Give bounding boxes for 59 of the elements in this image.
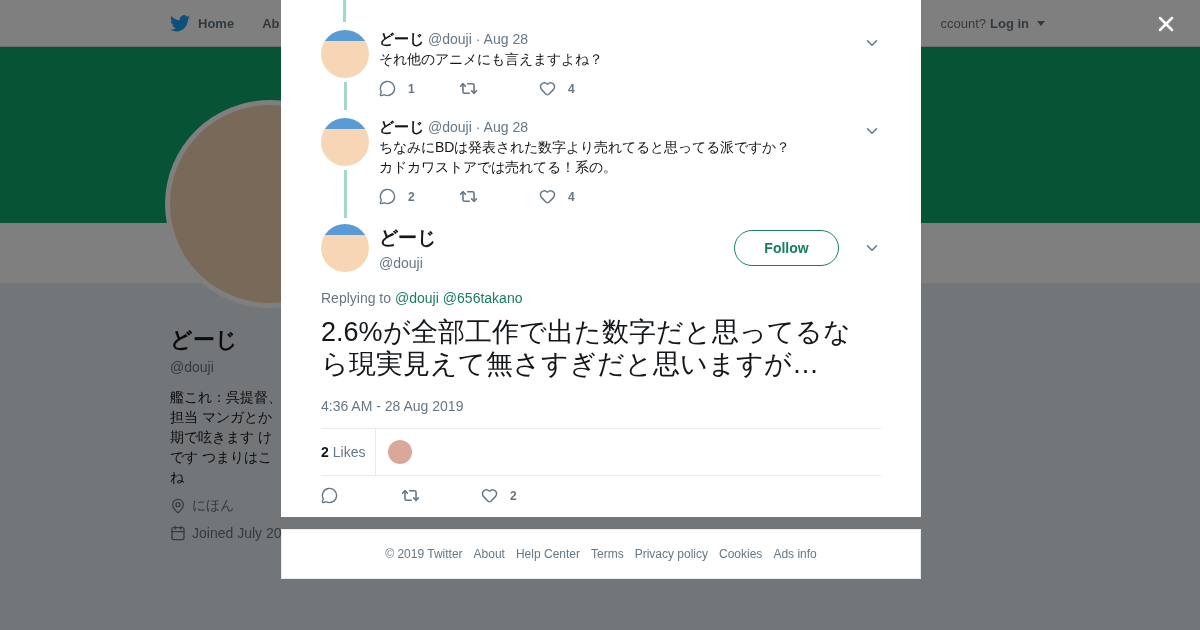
user-handle: @douji: [428, 119, 472, 135]
tweet-text: それ他のアニメにも言えますよね？: [379, 50, 604, 69]
home-link[interactable]: Home: [170, 14, 235, 32]
likes-stat[interactable]: 2 Likes: [321, 429, 377, 475]
tweet-date: · Aug 28: [475, 31, 528, 47]
joined-date: Joined July 20: [192, 525, 282, 541]
tweet-date: · Aug 28: [475, 119, 528, 135]
footer-link[interactable]: Help Center: [515, 547, 580, 561]
user-avatar[interactable]: [321, 30, 369, 78]
bio-line: 期で呟きます け: [170, 428, 272, 447]
thread-line: [343, 0, 346, 22]
like-count: 4: [568, 81, 575, 96]
caret-icon: [1037, 20, 1045, 26]
bird-logo-icon: [170, 14, 190, 32]
user-handle: @douji: [379, 255, 424, 271]
reply-count: 1: [408, 81, 415, 96]
bio-line: 艦これ：呉提督、: [170, 388, 282, 407]
footer-link[interactable]: Privacy policy: [634, 547, 708, 561]
copyright-text: © 2019 Twitter: [385, 547, 463, 561]
mention-link[interactable]: @656takano: [442, 290, 523, 306]
footer-link[interactable]: Terms: [591, 547, 624, 561]
like-count: 2: [510, 488, 517, 503]
footer-link[interactable]: Ads info: [773, 547, 817, 561]
user-handle: @douji: [428, 31, 472, 47]
login-link[interactable]: Log in: [990, 15, 1045, 31]
user-name[interactable]: どーじ: [379, 225, 436, 251]
tweet-text: カドカワストアでは売れてる！系の。: [379, 158, 618, 177]
tweet-text: 2.6%が全部工作で出た数字だと思ってるなら現実見えて無さすぎだと思いますが…: [321, 316, 852, 380]
follow-button[interactable]: Follow: [734, 230, 839, 266]
bio-line: 担当 マンガとか: [170, 408, 272, 427]
user-name[interactable]: どーじ: [379, 30, 424, 49]
user-avatar[interactable]: [321, 224, 369, 272]
user-avatar[interactable]: [321, 118, 369, 166]
location-text: にほん: [192, 497, 234, 515]
profile-name: どーじ: [170, 326, 238, 354]
account-prompt: ccount?: [940, 15, 986, 31]
nav-about-link[interactable]: Ab: [262, 15, 280, 31]
location-pin-icon: [170, 498, 186, 514]
footer-link[interactable]: Cookies: [719, 547, 763, 561]
bio-line: ね: [170, 468, 184, 487]
like-count: 4: [568, 189, 575, 204]
like-icon[interactable]: [539, 80, 556, 97]
mention-link[interactable]: @douji: [395, 290, 439, 306]
reply-icon[interactable]: [379, 188, 396, 205]
bio-line: です つまりはこ: [170, 448, 272, 467]
thread-line: [343, 82, 347, 110]
calendar-icon: [170, 525, 186, 541]
footer-link[interactable]: About: [473, 547, 505, 561]
user-name[interactable]: どーじ: [379, 118, 424, 137]
tweet-text: ちなみにBDは発表された数字より売れてると思ってる派ですか？: [379, 138, 792, 157]
profile-handle: @douji: [170, 359, 214, 375]
reply-count: 2: [408, 189, 415, 204]
thread-line: [343, 170, 347, 218]
reply-icon[interactable]: [321, 487, 338, 504]
replying-label: Replying to: [321, 290, 392, 306]
like-icon[interactable]: [539, 188, 556, 205]
reply-icon[interactable]: [379, 80, 396, 97]
tweet-timestamp: 4:36 AM - 28 Aug 2019: [321, 398, 465, 414]
like-icon[interactable]: [481, 487, 498, 504]
